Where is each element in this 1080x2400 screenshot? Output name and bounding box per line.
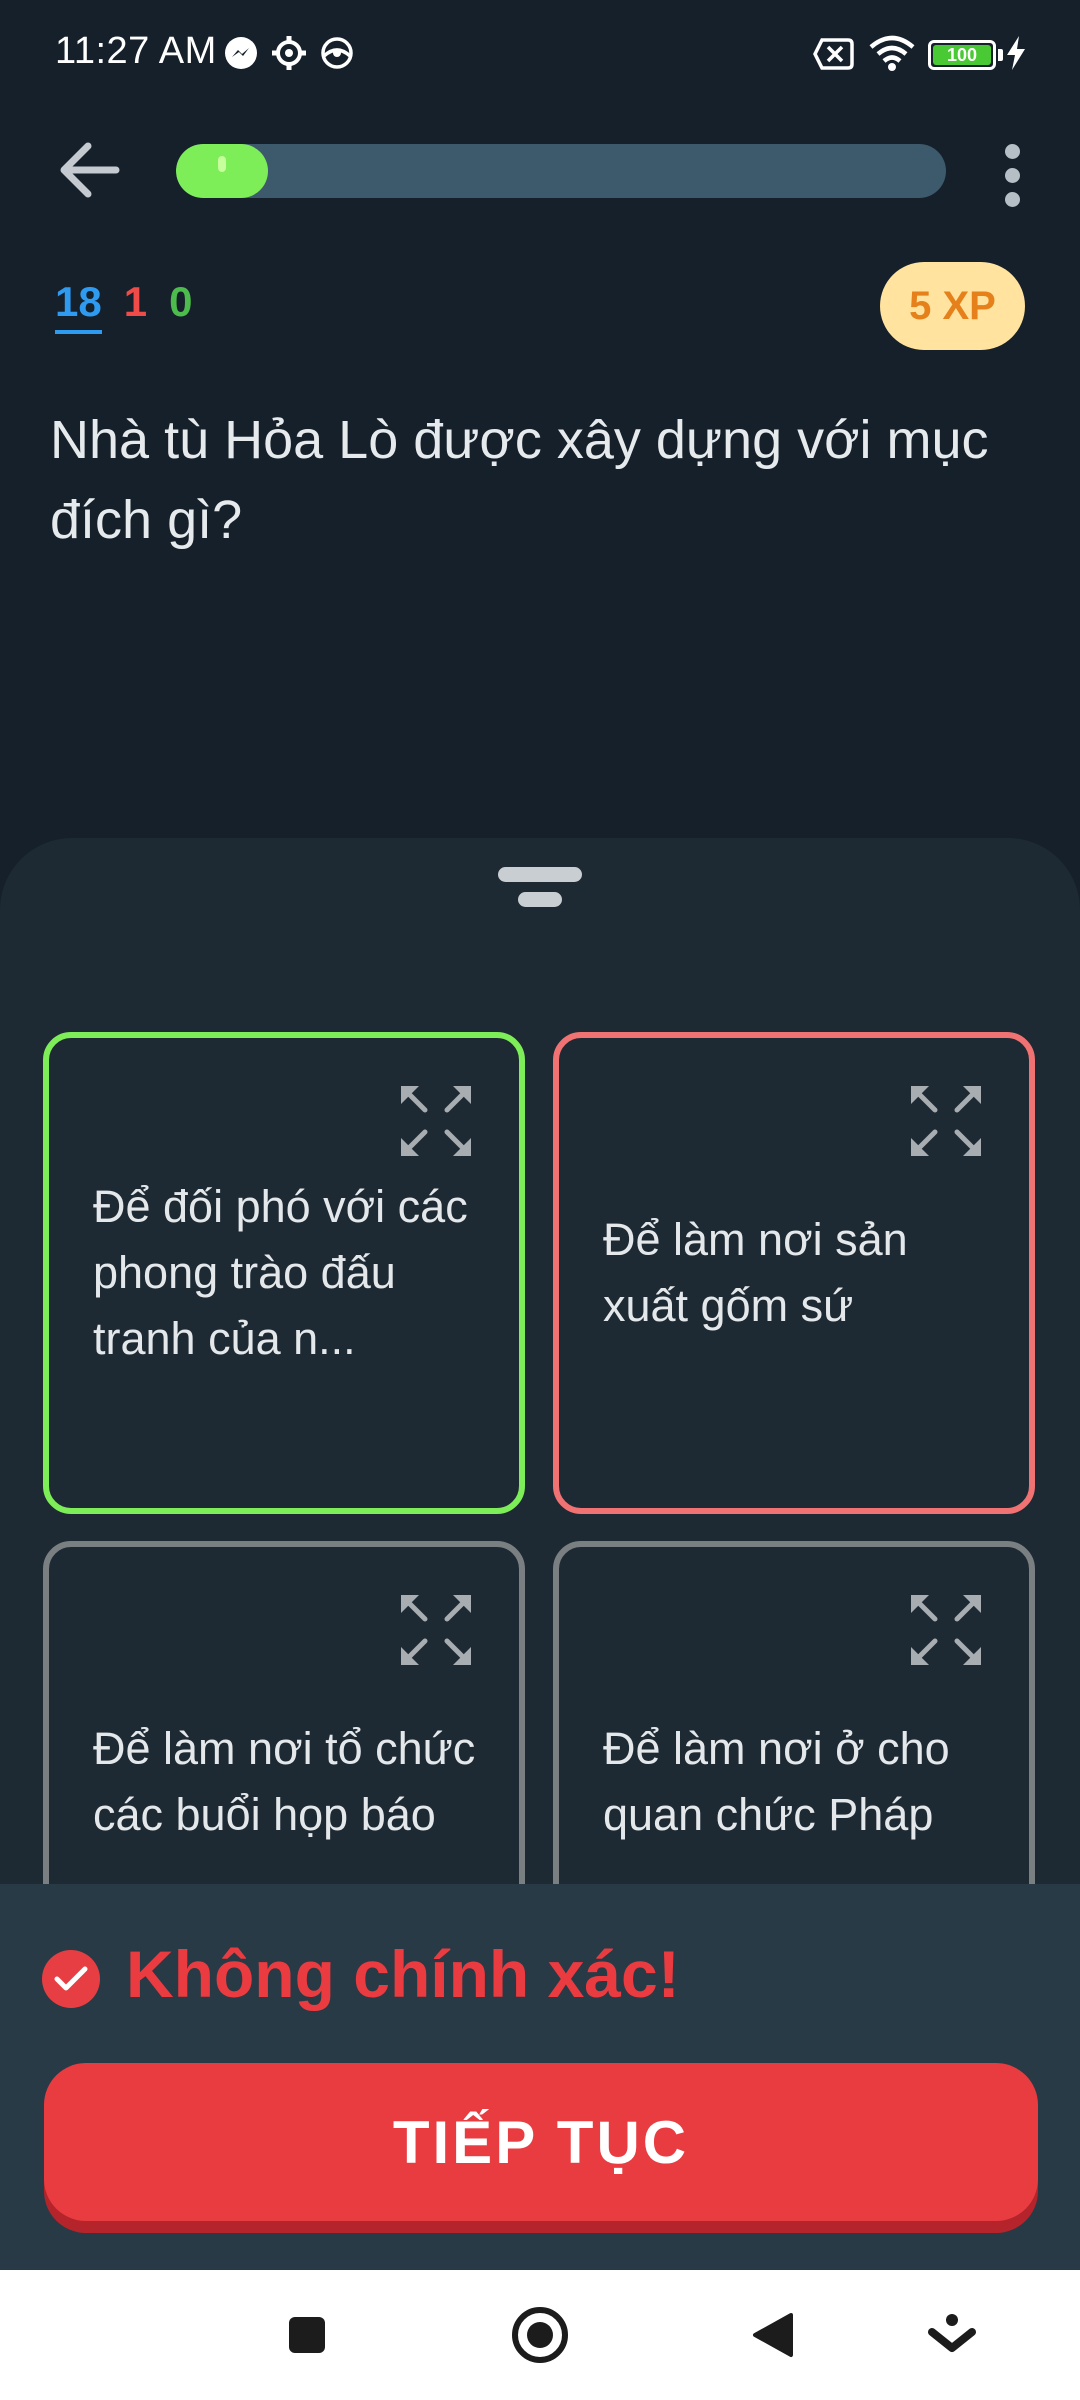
arrow-left-icon <box>60 142 120 198</box>
question-text: Nhà tù Hỏa Lò được xây dựng với mục đích… <box>50 410 989 550</box>
battery-icon: 100 <box>928 40 996 70</box>
total-count: 18 <box>55 278 102 334</box>
progress-shine <box>218 156 226 172</box>
more-menu-button[interactable] <box>990 135 1034 215</box>
recents-button[interactable] <box>272 2300 342 2370</box>
answer-option-text: Để đối phó với các phong trào đấu tranh … <box>93 1038 479 1508</box>
status-time: 11:27 AM <box>55 30 217 72</box>
chevron-down-icon <box>928 2314 976 2352</box>
no-sim-icon <box>813 38 854 70</box>
xp-badge: 5 XP <box>880 262 1025 350</box>
handle-bar-bottom <box>518 892 562 907</box>
home-circle-icon <box>512 2307 568 2363</box>
back-button[interactable] <box>50 130 130 210</box>
correct-count: 0 <box>169 278 193 325</box>
wrong-count: 1 <box>123 278 148 325</box>
progress-bar <box>176 144 946 198</box>
check-circle-icon <box>54 1966 88 1991</box>
triangle-back-icon <box>753 2313 793 2357</box>
continue-button[interactable]: TIẾP TỤC <box>44 2063 1038 2221</box>
answer-text-2: Để làm nơi sản xuất gốm sứ <box>603 1214 908 1331</box>
status-bar: 11:27 AM 100 <box>0 0 1080 110</box>
vpn-icon <box>321 37 353 69</box>
answer-text-4: Để làm nơi ở cho quan chức Pháp <box>603 1723 950 1840</box>
messenger-icon <box>225 37 257 69</box>
battery-tip <box>998 49 1003 61</box>
system-nav-bar <box>0 2270 1080 2400</box>
more-vertical-icon-dot <box>1004 191 1020 207</box>
more-vertical-icon-dot <box>1004 167 1020 183</box>
charging-icon <box>1007 36 1025 70</box>
answer-option-1[interactable]: Để đối phó với các phong trào đấu tranh … <box>43 1032 525 1514</box>
battery-level: 100 <box>933 45 991 65</box>
back-nav-button[interactable] <box>738 2300 808 2370</box>
more-vertical-icon <box>1004 143 1020 159</box>
wifi-icon <box>869 35 915 71</box>
progress-fill <box>176 144 269 198</box>
score-counters: 18 1 0 <box>55 278 192 334</box>
answer-text-3: Để làm nơi tổ chức các buổi họp báo <box>93 1723 476 1840</box>
square-icon <box>289 2317 325 2353</box>
answer-option-text: Để làm nơi sản xuất gốm sứ <box>603 1038 989 1508</box>
result-badge <box>42 1950 100 2008</box>
handle-bar-top <box>498 867 582 882</box>
answer-option-2[interactable]: Để làm nơi sản xuất gốm sứ <box>553 1032 1035 1514</box>
quiz-screen: 11:27 AM 100 18 1 0 5 XP Nhà tù Hỏa Lò đ… <box>0 0 1080 2400</box>
settings-icon <box>272 36 306 70</box>
answer-text-1: Để đối phó với các phong trào đấu tranh … <box>93 1181 468 1364</box>
assistant-button[interactable] <box>917 2300 987 2370</box>
feedback-title: Không chính xác! <box>126 1937 680 2011</box>
home-button[interactable] <box>505 2300 575 2370</box>
sheet-drag-handle[interactable] <box>498 867 582 907</box>
